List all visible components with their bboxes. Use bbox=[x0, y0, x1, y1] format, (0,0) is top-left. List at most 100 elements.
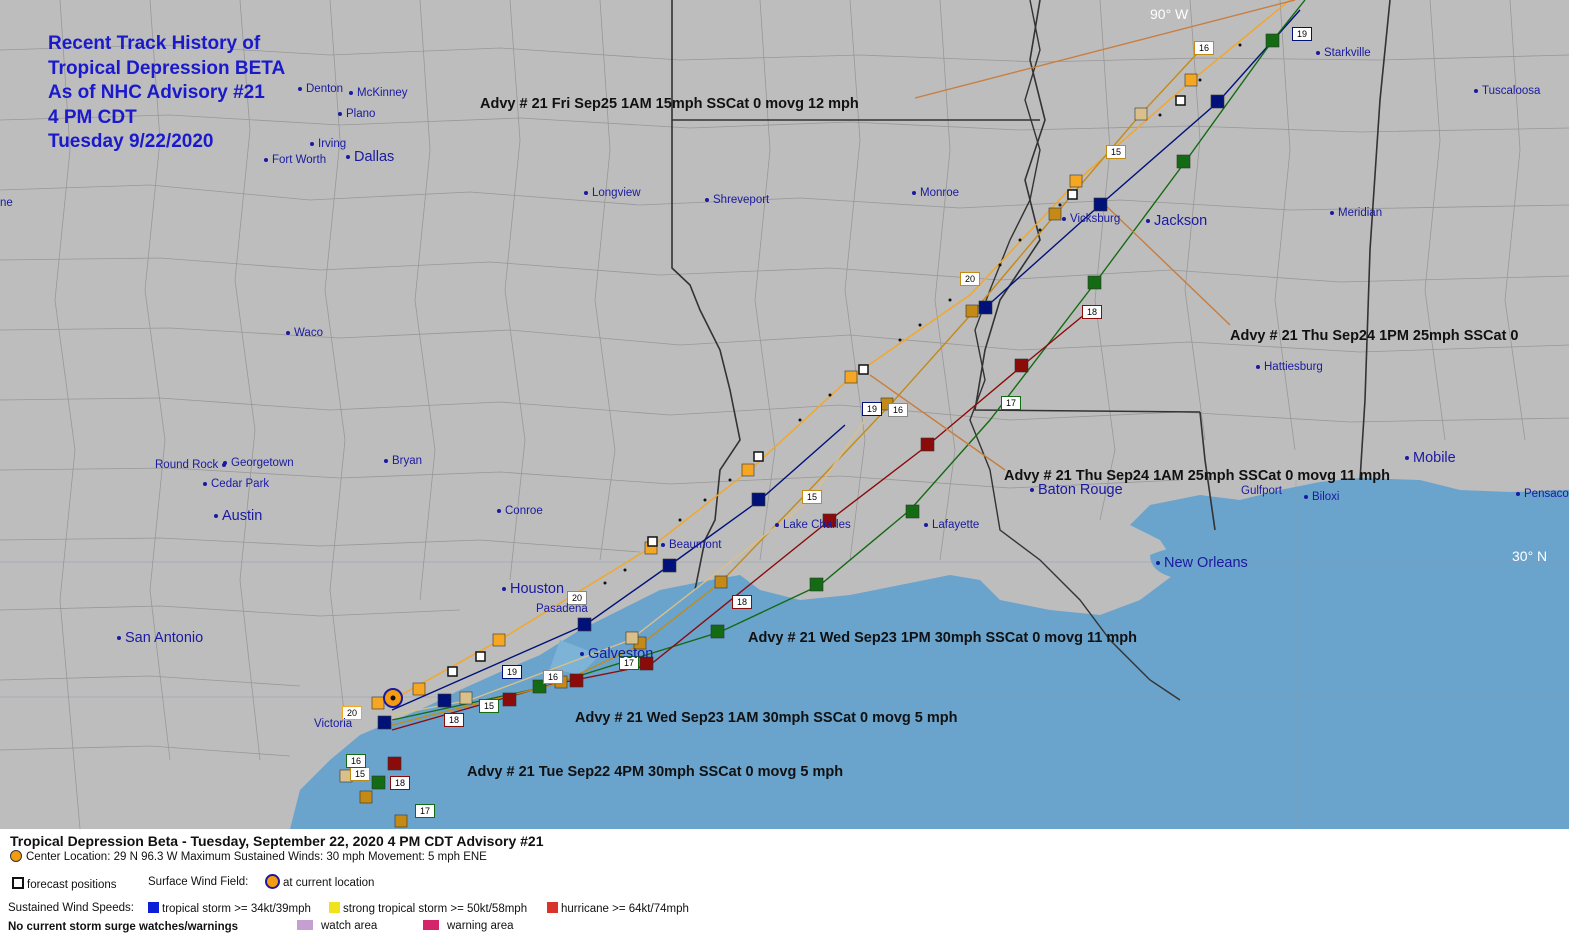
city-fort-worth: Fort Worth bbox=[264, 154, 326, 166]
marker-olive bbox=[965, 304, 979, 318]
city-monroe: Monroe bbox=[912, 187, 959, 199]
legend-forecast-positions: forecast positions bbox=[12, 877, 117, 891]
marker-maroon bbox=[1014, 358, 1029, 373]
advisory-thu-sep24-1am: Advy # 21 Thu Sep24 1AM 25mph SSCat 0 mo… bbox=[1004, 468, 1390, 484]
title-line-4: 4 PM CDT bbox=[48, 106, 137, 128]
legend-current-location: at current location bbox=[265, 874, 374, 889]
advisory-wed-sep23-1pm: Advy # 21 Wed Sep23 1PM 30mph SSCat 0 mo… bbox=[748, 630, 1137, 646]
marker-orange bbox=[1184, 73, 1198, 87]
model-tag: 19 bbox=[502, 665, 522, 679]
city-meridian: Meridian bbox=[1330, 207, 1382, 219]
marker-green bbox=[1265, 33, 1280, 48]
marker-olive bbox=[1134, 107, 1148, 121]
city-new-orleans: New Orleans bbox=[1156, 555, 1248, 571]
model-tag: 15 bbox=[350, 767, 370, 781]
model-tag: 19 bbox=[862, 402, 882, 416]
hurricane-swatch bbox=[547, 902, 558, 913]
city-galveston: Galveston bbox=[580, 646, 653, 662]
city-san-antonio: San Antonio bbox=[117, 630, 203, 646]
city-mobile: Mobile bbox=[1405, 450, 1456, 466]
city-lafayette: Lafayette bbox=[924, 519, 979, 531]
city-hattiesburg: Hattiesburg bbox=[1256, 361, 1323, 373]
marker-maroon bbox=[502, 692, 517, 707]
legend-watch-area: watch area bbox=[297, 920, 377, 932]
city-beaumont: Beaumont bbox=[661, 539, 721, 551]
model-tag: 18 bbox=[444, 713, 464, 727]
title-line-2: Tropical Depression BETA bbox=[48, 57, 286, 79]
model-tag: 16 bbox=[543, 670, 563, 684]
strong-tropical-storm-swatch bbox=[329, 902, 340, 913]
advisory-thu-sep24-1pm: Advy # 21 Thu Sep24 1PM 25mph SSCat 0 bbox=[1230, 328, 1519, 344]
marker-green bbox=[809, 577, 824, 592]
legend-title: Tropical Depression Beta - Tuesday, Sept… bbox=[10, 833, 544, 849]
model-tag: 15 bbox=[479, 699, 499, 713]
forecast-box bbox=[1175, 95, 1186, 106]
forecast-box-icon bbox=[12, 877, 24, 889]
marker-orange bbox=[844, 370, 858, 384]
advisory-tue-sep22-4pm: Advy # 21 Tue Sep22 4PM 30mph SSCat 0 mo… bbox=[467, 764, 844, 780]
city-irving: Irving bbox=[310, 138, 346, 150]
city-gulfport: Gulfport bbox=[1241, 485, 1282, 497]
title-line-5: Tuesday 9/22/2020 bbox=[48, 131, 214, 152]
marker-navy bbox=[377, 715, 392, 730]
city-victoria: Victoria bbox=[314, 718, 353, 730]
city-austin: Austin bbox=[214, 508, 262, 524]
legend-panel: Tropical Depression Beta - Tuesday, Sept… bbox=[0, 829, 1569, 940]
city-denton: Denton bbox=[298, 83, 343, 95]
marker-olive bbox=[714, 575, 728, 589]
wind-field-icon bbox=[265, 874, 280, 889]
legend-tropical-storm: tropical storm >= 34kt/39mph bbox=[148, 902, 311, 915]
city-dallas: Dallas bbox=[346, 149, 394, 165]
marker-orange bbox=[741, 463, 755, 477]
city-waco: Waco bbox=[286, 327, 323, 339]
model-tag: 16 bbox=[888, 403, 908, 417]
model-tag: 18 bbox=[390, 776, 410, 790]
model-tag: 16 bbox=[1194, 41, 1214, 55]
legend-hurricane: hurricane >= 64kt/74mph bbox=[547, 902, 689, 915]
city-pensacola: Pensaco bbox=[1516, 488, 1569, 500]
marker-orange bbox=[1069, 174, 1083, 188]
marker-olive bbox=[1048, 207, 1062, 221]
marker-green bbox=[1087, 275, 1102, 290]
marker-green bbox=[371, 775, 386, 790]
forecast-box bbox=[858, 364, 869, 375]
marker-navy bbox=[1093, 197, 1108, 212]
city-edge-west: ne bbox=[0, 197, 13, 209]
marker-olive bbox=[359, 790, 373, 804]
marker-green bbox=[710, 624, 725, 639]
storm-center-dot bbox=[390, 695, 396, 701]
forecast-box bbox=[1067, 189, 1078, 200]
marker-tan bbox=[625, 631, 639, 645]
advy-leader-thu-1am bbox=[869, 374, 1006, 471]
marker-maroon bbox=[387, 756, 402, 771]
longitude-label: 90° W bbox=[1150, 6, 1189, 22]
marker-maroon bbox=[569, 673, 584, 688]
warning-area-swatch bbox=[423, 920, 439, 930]
advy-leader-fri bbox=[914, 0, 1296, 99]
forecast-box bbox=[475, 651, 486, 662]
legend-no-surge: No current storm surge watches/warnings bbox=[8, 921, 239, 933]
legend-sustained-wind-speeds: Sustained Wind Speeds: bbox=[8, 902, 134, 914]
marker-navy bbox=[437, 693, 452, 708]
marker-navy bbox=[1210, 94, 1225, 109]
marker-navy bbox=[662, 558, 677, 573]
forecast-box bbox=[753, 451, 764, 462]
marker-olive bbox=[394, 814, 408, 828]
title-line-1: Recent Track History of bbox=[48, 33, 261, 54]
city-houston: Houston bbox=[502, 581, 564, 597]
city-jackson: Jackson bbox=[1146, 213, 1207, 229]
city-longview: Longview bbox=[584, 187, 641, 199]
legend-center-location: Center Location: 29 N 96.3 W Maximum Sus… bbox=[10, 850, 487, 863]
legend-surface-wind-field: Surface Wind Field: bbox=[148, 876, 249, 888]
city-cedar-park: Cedar Park bbox=[203, 478, 269, 490]
legend-warning-area: warning area bbox=[423, 920, 513, 932]
marker-navy bbox=[751, 492, 766, 507]
forecast-box bbox=[647, 536, 658, 547]
marker-navy bbox=[978, 300, 993, 315]
city-starkville: Starkville bbox=[1316, 47, 1371, 59]
storm-track-map[interactable]: 20 19 15 16 17 18 19 16 15 20 18 17 15 1… bbox=[0, 0, 1569, 829]
tropical-storm-swatch bbox=[148, 902, 159, 913]
model-tag: 16 bbox=[346, 754, 366, 768]
latitude-label: 30° N bbox=[1512, 548, 1548, 564]
legend-strong-tropical-storm: strong tropical storm >= 50kt/58mph bbox=[329, 902, 527, 915]
